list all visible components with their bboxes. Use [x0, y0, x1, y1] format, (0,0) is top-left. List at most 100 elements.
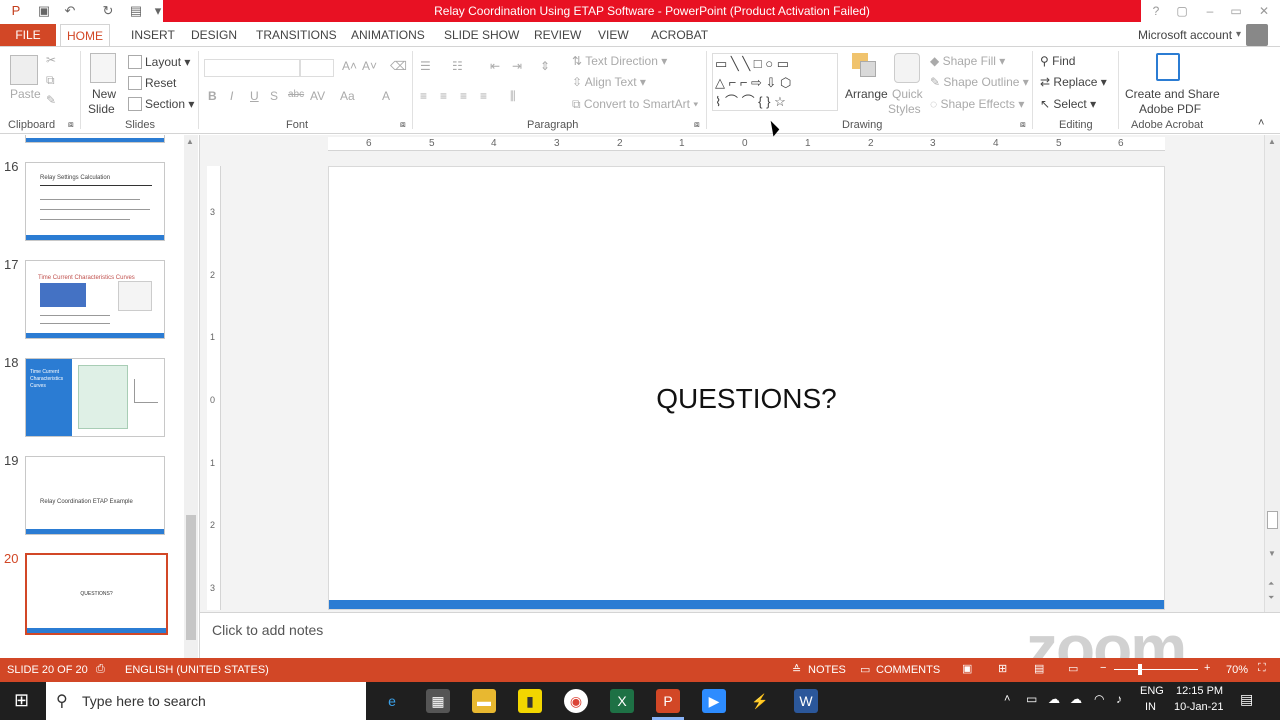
tab-slide-show[interactable]: SLIDE SHOW	[438, 24, 525, 46]
convert-smartart-button[interactable]: ⧉ Convert to SmartArt ▾	[572, 97, 698, 112]
calculator-icon[interactable]: ▦	[426, 689, 450, 713]
new-slide-label-2[interactable]: Slide	[88, 102, 115, 116]
bold-icon[interactable]: B	[208, 89, 217, 103]
dialog-launcher-icon[interactable]: ⧈	[68, 119, 74, 130]
battery-icon[interactable]: ▭	[1026, 692, 1037, 706]
thumbnail-scrollbar[interactable]: ▲	[184, 135, 198, 658]
cut-icon[interactable]: ✂	[46, 53, 56, 67]
decrease-indent-icon[interactable]: ⇤	[490, 59, 500, 73]
create-pdf-label-2[interactable]: Adobe PDF	[1139, 102, 1201, 116]
adobe-pdf-icon[interactable]	[1156, 53, 1180, 81]
input-language[interactable]: ENG	[1140, 685, 1164, 697]
quick-styles-label-2[interactable]: Styles	[888, 102, 921, 116]
scroll-up-icon[interactable]: ▲	[186, 137, 194, 146]
collapse-ribbon-icon[interactable]: ˄	[1258, 117, 1264, 129]
character-spacing-icon[interactable]: AV	[310, 89, 325, 103]
normal-view-icon[interactable]: ▣	[962, 662, 972, 675]
italic-icon[interactable]: I	[230, 89, 233, 103]
create-pdf-label[interactable]: Create and Share	[1125, 87, 1220, 101]
sticky-notes-icon[interactable]: ▮	[518, 689, 542, 713]
paste-button[interactable]: Paste	[10, 87, 41, 101]
scroll-down-icon[interactable]: ▼	[1268, 549, 1276, 558]
shadow-icon[interactable]: S	[270, 89, 278, 103]
present-icon[interactable]: ▤	[128, 3, 144, 19]
find-button[interactable]: ⚲ Find	[1040, 54, 1075, 68]
search-placeholder[interactable]: Type here to search	[82, 693, 206, 709]
dialog-launcher-icon[interactable]: ⧈	[400, 119, 406, 130]
save-icon[interactable]: ▣	[36, 3, 52, 19]
shape-effects-button[interactable]: ◌ Shape Effects ▾	[930, 97, 1024, 111]
zoom-in-icon[interactable]: +	[1204, 662, 1210, 674]
scrollbar-thumb[interactable]	[186, 515, 196, 640]
tab-review[interactable]: REVIEW	[528, 24, 587, 46]
align-right-icon[interactable]: ≡	[460, 89, 467, 103]
grow-font-icon[interactable]: A˄	[342, 59, 357, 73]
fit-to-window-icon[interactable]: ⛶	[1258, 662, 1266, 675]
excel-icon[interactable]: X	[610, 689, 634, 713]
app-icon[interactable]: ⚡	[748, 689, 772, 713]
tab-animations[interactable]: ANIMATIONS	[345, 24, 431, 46]
maximize-button[interactable]: ▭	[1226, 2, 1246, 20]
zoom-app-icon[interactable]: ▶	[702, 689, 726, 713]
zoom-slider-thumb[interactable]	[1138, 664, 1142, 675]
new-slide-icon[interactable]	[90, 53, 116, 83]
bullets-icon[interactable]: ☰	[420, 59, 431, 73]
arrange-button[interactable]: Arrange	[845, 87, 888, 101]
clock-time[interactable]: 12:15 PM	[1176, 685, 1223, 697]
arrange-icon[interactable]	[852, 53, 878, 83]
spelling-icon[interactable]: ⎙	[96, 663, 105, 676]
zoom-level[interactable]: 70%	[1226, 664, 1248, 676]
minimize-button[interactable]: –	[1200, 2, 1220, 20]
powerpoint-icon[interactable]: P	[656, 689, 680, 713]
tab-view[interactable]: VIEW	[592, 24, 635, 46]
scrollbar-thumb[interactable]	[1267, 511, 1278, 529]
increase-indent-icon[interactable]: ⇥	[512, 59, 522, 73]
section-button[interactable]: Section ▾	[128, 97, 194, 111]
tab-acrobat[interactable]: ACROBAT	[645, 24, 714, 46]
replace-button[interactable]: ⇄ Replace ▾	[1040, 75, 1107, 89]
font-size-input[interactable]	[300, 59, 334, 77]
ribbon-display-icon[interactable]: ▢	[1172, 2, 1192, 20]
edge-icon[interactable]: e	[380, 689, 404, 713]
shrink-font-icon[interactable]: A˅	[362, 59, 377, 73]
next-slide-icon[interactable]: ⏷	[1268, 593, 1274, 603]
tab-home[interactable]: HOME	[60, 24, 110, 46]
shape-outline-button[interactable]: ✎ Shape Outline ▾	[930, 75, 1029, 89]
word-icon[interactable]: W	[794, 689, 818, 713]
line-spacing-icon[interactable]: ⇕	[540, 59, 550, 73]
columns-icon[interactable]: ⫼	[510, 89, 516, 104]
align-center-icon[interactable]: ≡	[440, 89, 447, 103]
change-case-icon[interactable]: Aa	[340, 89, 355, 103]
shapes-gallery[interactable]: ▭ ╲ ╲ □ ○ ▭ △ ⌐ ⌐ ⇨ ⇩ ⬡ ⌇ ⌒ ⌒ { } ☆	[712, 53, 838, 111]
thumbnail-partial[interactable]	[25, 135, 165, 143]
cloud-icon[interactable]: ☁	[1048, 692, 1060, 706]
show-hidden-icons[interactable]: ˄	[1004, 693, 1010, 705]
underline-icon[interactable]: U	[250, 89, 259, 103]
language-indicator[interactable]: ENGLISH (UNITED STATES)	[125, 664, 269, 676]
clock-date[interactable]: 10-Jan-21	[1174, 701, 1224, 713]
notes-placeholder[interactable]: Click to add notes	[212, 622, 323, 638]
align-left-icon[interactable]: ≡	[420, 89, 427, 103]
account-menu[interactable]: Microsoft account	[1132, 24, 1238, 46]
align-text-button[interactable]: ⇳ Align Text ▾	[572, 75, 646, 89]
slide-title[interactable]: QUESTIONS?	[329, 383, 1164, 415]
comments-icon[interactable]: ▭	[860, 663, 870, 676]
tab-file[interactable]: FILE	[0, 24, 56, 46]
new-slide-label[interactable]: New	[92, 87, 116, 101]
input-region[interactable]: IN	[1145, 701, 1156, 713]
help-icon[interactable]: ?	[1146, 2, 1166, 20]
justify-icon[interactable]: ≡	[480, 89, 487, 103]
taskbar-search[interactable]: ⚲ Type here to search	[46, 682, 366, 720]
dialog-launcher-icon[interactable]: ⧈	[1020, 119, 1026, 130]
select-button[interactable]: ↖ Select ▾	[1040, 97, 1096, 111]
close-button[interactable]: ✕	[1254, 2, 1274, 20]
tab-insert[interactable]: INSERT	[125, 24, 181, 46]
reading-view-icon[interactable]: ▤	[1034, 662, 1044, 675]
chevron-down-icon[interactable]: ▾	[1236, 29, 1241, 40]
comments-button[interactable]: COMMENTS	[876, 664, 940, 676]
zoom-slider[interactable]	[1114, 669, 1198, 670]
reset-button[interactable]: Reset	[128, 76, 176, 90]
onedrive-icon[interactable]: ☁	[1070, 692, 1082, 706]
avatar[interactable]	[1246, 24, 1268, 46]
notifications-icon[interactable]: ▤	[1240, 691, 1253, 708]
